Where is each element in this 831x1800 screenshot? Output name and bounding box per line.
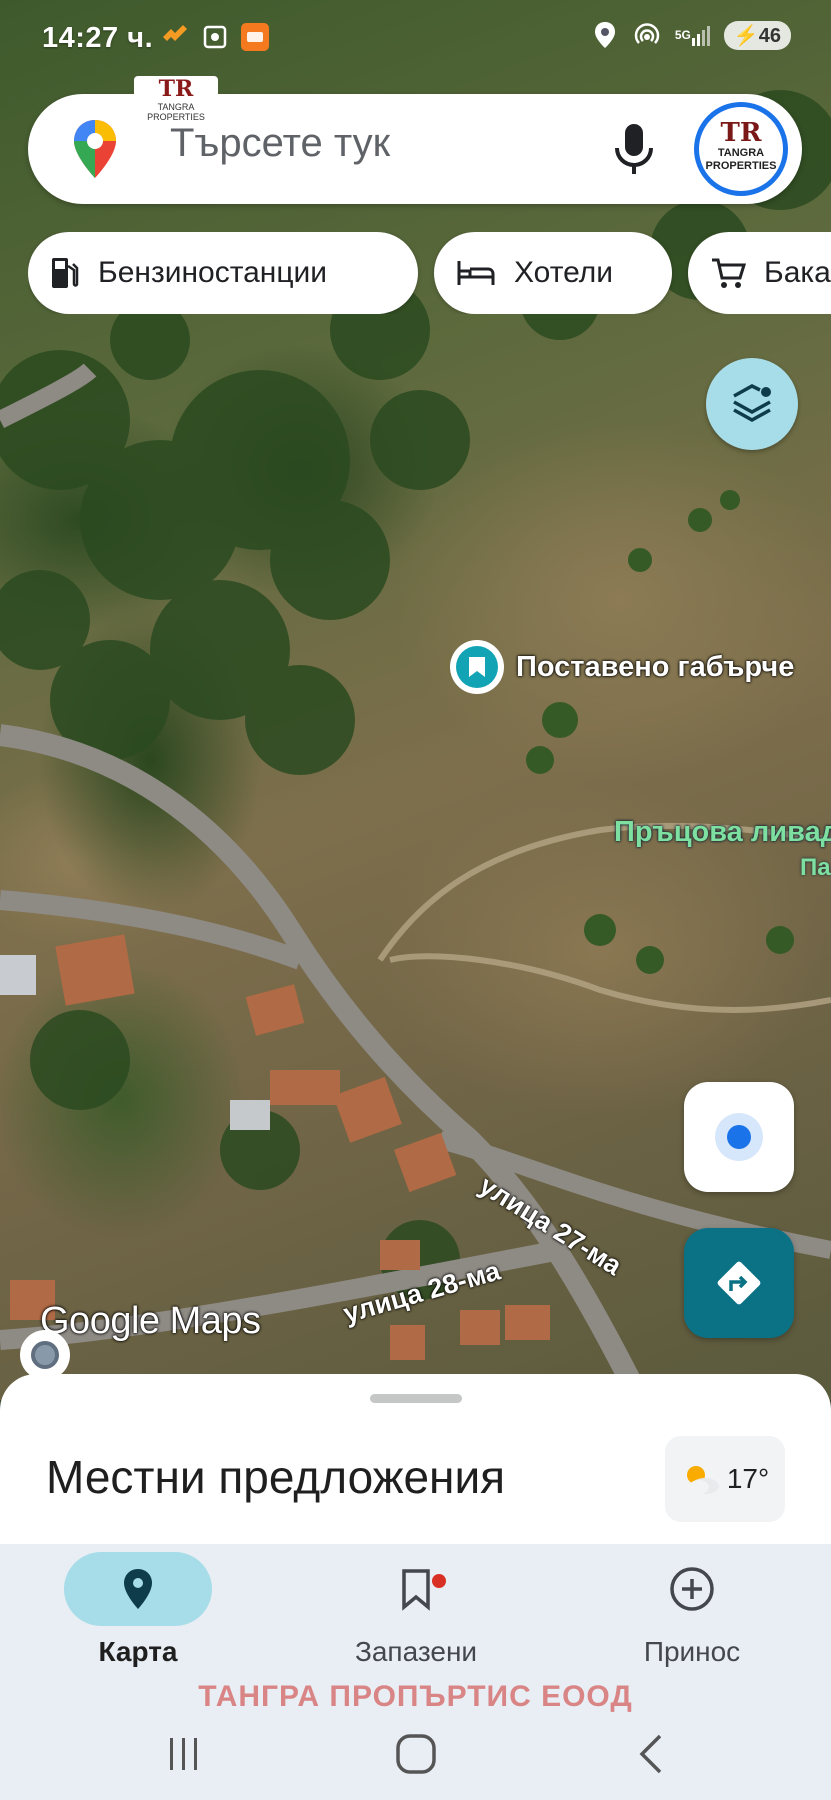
shopping-cart-icon	[712, 258, 746, 288]
battery-level: 46	[758, 24, 781, 47]
location-status-icon	[590, 20, 620, 50]
google-maps-pin-icon	[74, 120, 116, 178]
chip-hotels[interactable]: Хотели	[434, 232, 672, 314]
notification-app-icon	[160, 22, 190, 52]
chip-label: Хотели	[514, 256, 614, 289]
hotspot-icon	[632, 20, 662, 50]
avatar-brand-text: TANGRA PROPERTIES	[705, 147, 777, 172]
home-icon	[396, 1734, 436, 1774]
saved-place-label: Поставено габърче	[516, 650, 795, 683]
nav-label-contribute: Принос	[643, 1636, 741, 1667]
network-type: 5G	[674, 28, 691, 42]
company-watermark-text: ТАНГРА ПРОПЪРТИС ЕООД	[198, 1680, 633, 1713]
status-notification-icons	[160, 22, 270, 52]
add-circle-icon	[670, 1567, 714, 1611]
map-marker-small	[20, 1330, 70, 1380]
gas-station-icon	[52, 258, 79, 288]
nav-pill-active	[64, 1552, 212, 1626]
my-location-icon	[715, 1113, 763, 1161]
directions-icon	[717, 1261, 761, 1305]
directions-button[interactable]	[684, 1228, 794, 1338]
nav-tab-saved[interactable]: Запазени	[316, 1552, 516, 1668]
map-pin-icon	[124, 1569, 152, 1609]
chip-label: Бака	[764, 256, 831, 289]
category-chips: Бензиностанции Хотели Бака	[28, 232, 831, 314]
recent-apps-button[interactable]	[160, 1726, 208, 1782]
chip-label: Бензиностанции	[98, 256, 328, 289]
watermark-logo-text: TANGRA PROPERTIES	[147, 102, 205, 122]
bottom-sheet[interactable]: Местни предложения 17°	[0, 1374, 831, 1544]
avatar-initials: TR	[720, 118, 762, 148]
weather-chip[interactable]: 17°	[665, 1436, 785, 1522]
nav-label-map: Карта	[98, 1636, 178, 1667]
status-bar: 14:27 ч. 5G ⚡46	[0, 0, 831, 76]
screenshot-icon	[200, 22, 230, 52]
bookmark-icon	[402, 1569, 430, 1611]
account-avatar[interactable]: TR TANGRA PROPERTIES	[694, 102, 788, 196]
nav-label-saved: Запазени	[354, 1636, 478, 1667]
saved-place-marker[interactable]: Поставено габърче	[450, 640, 794, 694]
status-system-icons: 5G ⚡46	[590, 20, 791, 50]
temperature: 17°	[726, 1463, 770, 1494]
nav-pill	[342, 1552, 490, 1626]
watermark-logo-initials: TR	[158, 76, 194, 102]
area-label[interactable]: Пръцова ливад	[614, 816, 831, 849]
chip-gas-stations[interactable]: Бензиностанции	[28, 232, 418, 314]
notification-badge	[432, 1574, 446, 1588]
google-maps-attribution: Google Maps	[40, 1300, 261, 1342]
chip-grocery[interactable]: Бака	[688, 232, 831, 314]
hotel-bed-icon	[457, 261, 495, 285]
signal-5g-icon: 5G	[674, 20, 712, 50]
bookmark-flag-icon	[469, 657, 485, 677]
area-label-partial: Па	[800, 854, 831, 881]
back-button[interactable]	[628, 1726, 676, 1782]
back-icon	[639, 1734, 662, 1774]
nav-tab-contribute[interactable]: Принос	[592, 1552, 792, 1668]
recent-apps-icon	[170, 1738, 197, 1770]
status-time: 14:27 ч.	[42, 22, 154, 54]
my-location-button[interactable]	[684, 1082, 794, 1192]
battery-indicator: ⚡46	[723, 20, 791, 50]
partly-cloudy-icon	[686, 1466, 719, 1494]
watermark-logo: TR TANGRA PROPERTIES	[134, 76, 218, 126]
home-button[interactable]	[392, 1726, 440, 1782]
search-input[interactable]	[170, 121, 610, 166]
sheet-title: Местни предложения	[46, 1451, 506, 1503]
saved-place-pin	[450, 640, 504, 694]
nav-tab-map[interactable]: Карта	[38, 1552, 238, 1668]
layers-icon	[733, 384, 771, 423]
nav-pill	[618, 1552, 766, 1626]
microphone-icon[interactable]	[606, 120, 662, 178]
sheet-drag-handle[interactable]	[370, 1394, 462, 1403]
temu-app-icon	[240, 22, 270, 52]
layers-button[interactable]	[706, 358, 798, 450]
